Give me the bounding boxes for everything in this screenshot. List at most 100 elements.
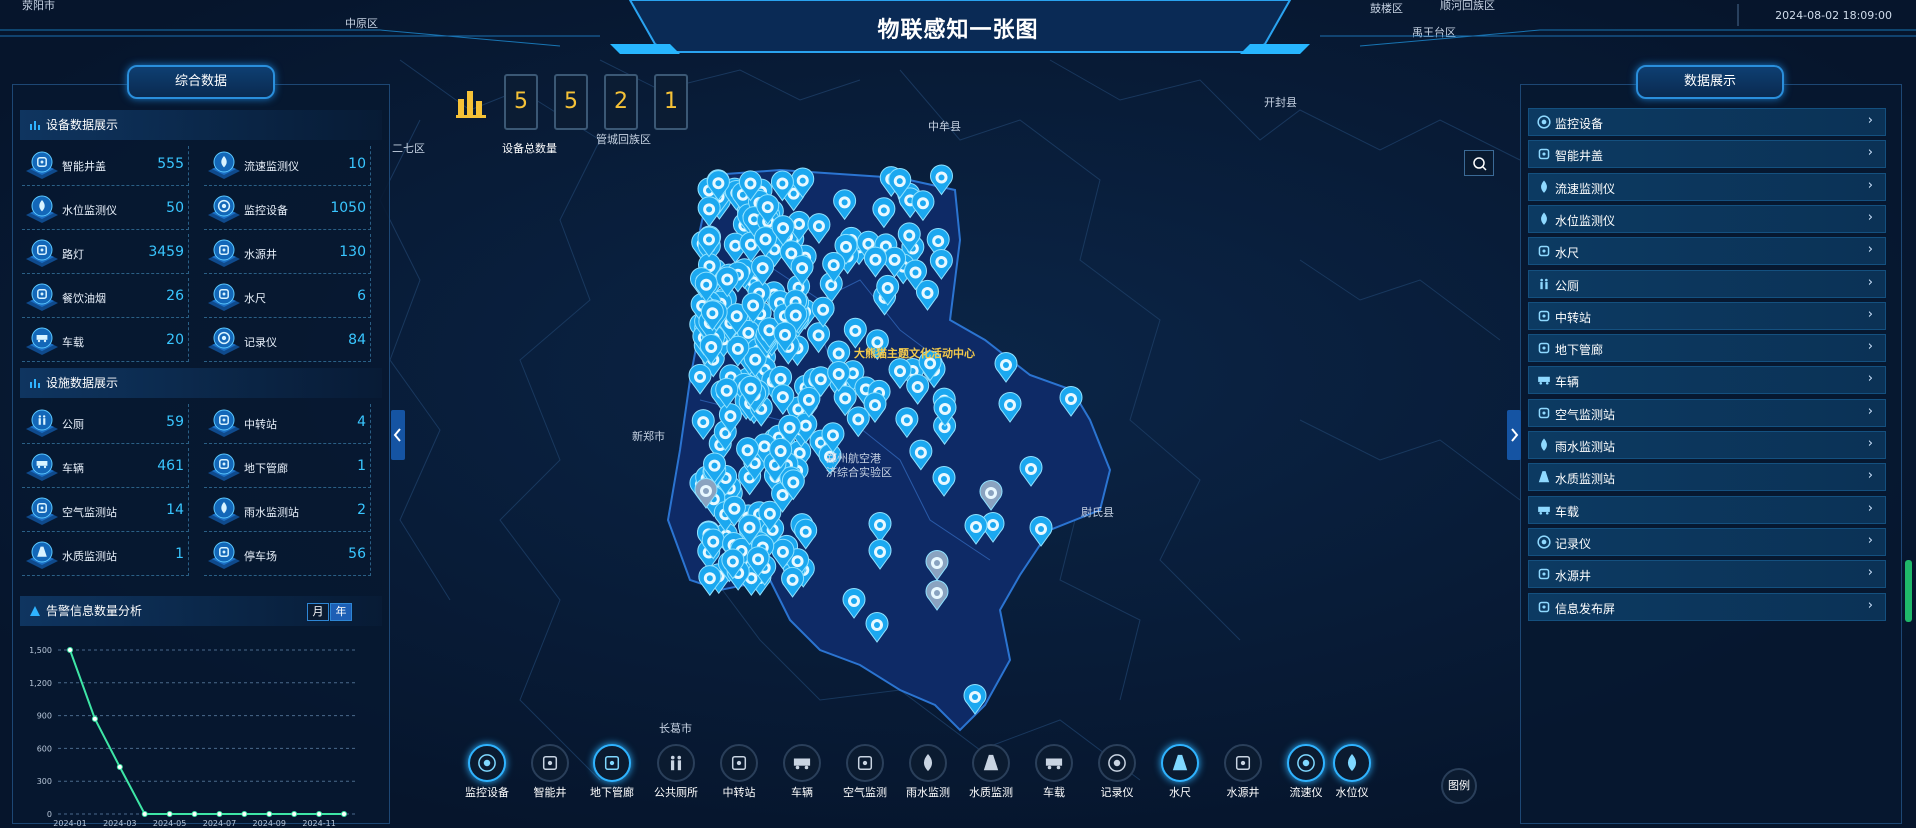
warning-icon	[30, 606, 40, 616]
layer-toggle[interactable]: 地下管廊	[582, 744, 642, 802]
device-value: 50	[166, 200, 184, 216]
facility-card[interactable]: 水质监测站 1	[22, 536, 189, 576]
alarm-data-point[interactable]	[316, 811, 323, 817]
map-label: 济综合实验区	[826, 466, 892, 479]
device-card[interactable]: 车载 20	[22, 322, 189, 362]
layer-item[interactable]: 监控设备 ›	[1528, 108, 1886, 136]
alarm-data-point[interactable]	[166, 811, 173, 817]
layer-toggle[interactable]: 空气监测	[835, 744, 895, 802]
alarm-data-point[interactable]	[241, 811, 248, 817]
alarm-data-point[interactable]	[341, 811, 347, 817]
facility-card[interactable]: 雨水监测站 2	[204, 492, 371, 532]
device-card[interactable]: 流速监测仪 10	[204, 146, 371, 186]
map-search-button[interactable]	[1464, 150, 1494, 176]
device-card[interactable]: 记录仪 84	[204, 322, 371, 362]
chevron-right-icon: ›	[1867, 565, 1873, 581]
recorder-icon	[208, 327, 240, 355]
legend-button[interactable]: 图例	[1441, 768, 1477, 804]
facility-card[interactable]: 中转站 4	[204, 404, 371, 444]
alarm-data-point[interactable]	[141, 811, 148, 817]
scrollbar-thumb[interactable]	[1905, 560, 1912, 622]
well-icon	[208, 239, 240, 267]
layer-toggle-label: 公共厕所	[654, 786, 698, 799]
chevron-right-icon	[1511, 428, 1519, 442]
alarm-data-point[interactable]	[216, 811, 223, 817]
tab-comprehensive-data[interactable]: 综合数据	[127, 65, 275, 99]
layer-toggle[interactable]: 水源井	[1213, 744, 1273, 802]
facility-name: 停车场	[244, 550, 277, 563]
layer-toggle[interactable]: 记录仪	[1087, 744, 1147, 802]
facility-card[interactable]: 空气监测站 14	[22, 492, 189, 532]
layer-toggle[interactable]: 中转站	[709, 744, 769, 802]
alarm-data-point[interactable]	[191, 811, 198, 817]
collapse-right-button[interactable]	[1507, 410, 1521, 460]
layer-item[interactable]: 信息发布屏 ›	[1528, 592, 1886, 621]
layer-item[interactable]: 记录仪 ›	[1528, 527, 1886, 556]
layer-toggle[interactable]: 水质监测	[961, 744, 1021, 802]
toggle-month[interactable]: 月	[307, 603, 329, 621]
alarm-data-point[interactable]	[67, 647, 73, 653]
layer-glyph-icon	[542, 755, 558, 771]
alarm-data-point[interactable]	[266, 811, 273, 817]
alarm-data-point[interactable]	[116, 763, 123, 770]
facility-card[interactable]: 车辆 461	[22, 448, 189, 488]
layer-glyph-icon	[793, 758, 811, 770]
pipe-icon	[208, 453, 240, 481]
poi-label[interactable]: 大熊猫主题文化活动中心	[854, 345, 975, 361]
chevron-right-icon: ›	[1867, 274, 1873, 290]
collapse-left-button[interactable]	[391, 410, 405, 460]
parking-icon	[208, 541, 240, 569]
layer-toggle[interactable]: 水位仪	[1322, 744, 1382, 802]
layer-item[interactable]: 水位监测仪 ›	[1528, 204, 1886, 233]
tab-data-display[interactable]: 数据展示	[1636, 65, 1784, 99]
layer-item[interactable]: 水质监测站 ›	[1528, 463, 1886, 492]
layer-toggle[interactable]: 车载	[1024, 744, 1084, 802]
alarm-data-point[interactable]	[291, 811, 298, 817]
layer-toggle-label: 水尺	[1169, 786, 1191, 799]
device-card[interactable]: 路灯 3459	[22, 234, 189, 274]
device-card[interactable]: 智能井盖 555	[22, 146, 189, 186]
chevron-right-icon: ›	[1867, 500, 1873, 516]
layer-item[interactable]: 车辆 ›	[1528, 366, 1886, 395]
y-tick-label: 300	[37, 777, 52, 786]
device-card[interactable]: 水位监测仪 50	[22, 190, 189, 230]
facility-value: 461	[157, 458, 184, 474]
facility-name: 中转站	[244, 418, 277, 431]
layer-toggle[interactable]: 监控设备	[457, 744, 517, 802]
layer-item[interactable]: 智能井盖 ›	[1528, 140, 1886, 169]
layer-toggle[interactable]: 车辆	[772, 744, 832, 802]
layer-toggle-label: 地下管廊	[590, 786, 634, 799]
layer-item[interactable]: 流速监测仪 ›	[1528, 172, 1886, 201]
device-card[interactable]: 水尺 6	[204, 278, 371, 318]
x-tick-label: 2024-03	[103, 819, 136, 828]
device-card[interactable]: 水源井 130	[204, 234, 371, 274]
layer-glyph-icon	[1297, 754, 1315, 772]
layer-item[interactable]: 雨水监测站 ›	[1528, 431, 1886, 459]
layer-item-label: 水位监测仪	[1555, 213, 1616, 228]
layer-toggle-icon	[1333, 744, 1371, 782]
layer-toggle-label: 监控设备	[465, 786, 509, 799]
layer-toggle[interactable]: 智能井	[520, 744, 580, 802]
device-card[interactable]: 监控设备 1050	[204, 190, 371, 230]
well-icon	[1538, 568, 1550, 580]
layer-item[interactable]: 水尺 ›	[1528, 237, 1886, 266]
layer-toggle[interactable]: 公共厕所	[646, 744, 706, 802]
device-value: 130	[339, 244, 366, 260]
layer-toggle[interactable]: 雨水监测	[898, 744, 958, 802]
alarm-data-point[interactable]	[91, 715, 98, 722]
layer-item[interactable]: 中转站 ›	[1528, 301, 1886, 330]
facility-name: 空气监测站	[62, 506, 117, 519]
facility-card[interactable]: 地下管廊 1	[204, 448, 371, 488]
facility-card[interactable]: 停车场 56	[204, 536, 371, 576]
layer-item[interactable]: 公厕 ›	[1528, 269, 1886, 298]
layer-item[interactable]: 水源井 ›	[1528, 560, 1886, 589]
x-tick-label: 2024-11	[302, 819, 335, 828]
layer-item[interactable]: 空气监测站 ›	[1528, 398, 1886, 427]
facility-card[interactable]: 公厕 59	[22, 404, 189, 444]
toggle-year[interactable]: 年	[330, 603, 352, 621]
layer-item[interactable]: 车载 ›	[1528, 495, 1886, 524]
layer-toggle[interactable]: 水尺	[1150, 744, 1210, 802]
device-card[interactable]: 餐饮油烟 26	[22, 278, 189, 318]
layer-item[interactable]: 地下管廊 ›	[1528, 334, 1886, 363]
alarm-section-title: 告警信息数量分析	[46, 604, 143, 618]
